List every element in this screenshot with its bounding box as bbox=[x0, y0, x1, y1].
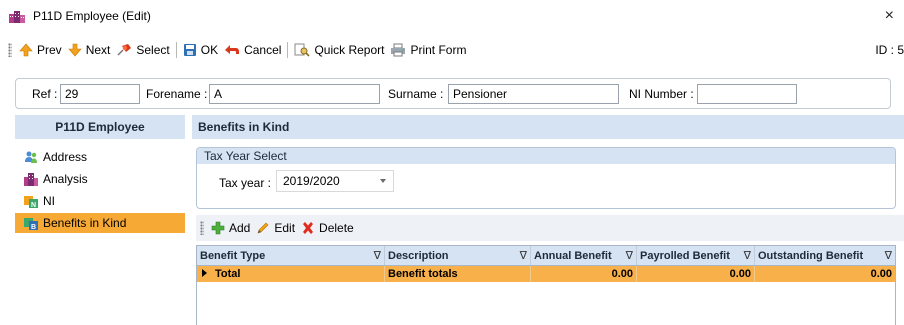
forename-field[interactable] bbox=[209, 84, 380, 104]
ni-number-field[interactable] bbox=[697, 84, 797, 104]
row-indicator-icon bbox=[202, 269, 207, 277]
column-header-outstanding-benefit[interactable]: Outstanding Benefit ∇ bbox=[755, 246, 895, 265]
delete-label: Delete bbox=[319, 221, 354, 235]
select-label: Select bbox=[136, 43, 170, 57]
surname-field[interactable] bbox=[448, 84, 619, 104]
delete-button[interactable]: Delete bbox=[298, 218, 357, 238]
pushpin-icon bbox=[117, 44, 132, 56]
nav-item-label: Benefits in Kind bbox=[43, 216, 127, 230]
buildings-app-icon bbox=[9, 11, 25, 23]
nav-item-label: Address bbox=[43, 150, 88, 164]
ref-field[interactable] bbox=[60, 84, 140, 104]
record-id: ID : 5 bbox=[875, 43, 904, 57]
tax-year-group: Tax Year Select Tax year : 2019/2020 bbox=[196, 147, 896, 209]
printer-icon bbox=[391, 43, 406, 57]
plus-icon bbox=[211, 221, 225, 235]
toolbar-grip[interactable] bbox=[8, 43, 12, 57]
column-header-label: Annual Benefit bbox=[534, 250, 612, 262]
benefits-grid: Benefit Type ∇ Description ∇ Annual Bene… bbox=[196, 245, 896, 325]
close-button[interactable]: × bbox=[885, 7, 894, 25]
cell-description: Benefit totals bbox=[385, 266, 531, 282]
nav-item-analysis[interactable]: Analysis bbox=[15, 169, 185, 189]
next-button[interactable]: Next bbox=[65, 39, 114, 61]
people-icon bbox=[25, 151, 37, 163]
content-title: Benefits in Kind bbox=[192, 115, 904, 139]
column-header-benefit-type[interactable]: Benefit Type ∇ bbox=[197, 246, 385, 265]
ref-label: Ref : bbox=[32, 87, 58, 101]
ni-icon: N bbox=[24, 196, 38, 208]
pencil-icon bbox=[257, 222, 269, 234]
toolbar-grip[interactable] bbox=[200, 221, 204, 235]
filter-icon[interactable]: ∇ bbox=[626, 249, 633, 262]
add-label: Add bbox=[229, 221, 251, 235]
ni-number-label: NI Number : bbox=[629, 87, 694, 101]
cell-text: Total bbox=[215, 268, 241, 280]
chevron-down-icon[interactable] bbox=[380, 179, 386, 183]
prev-label: Prev bbox=[37, 43, 62, 57]
filter-icon[interactable]: ∇ bbox=[374, 249, 381, 262]
column-header-label: Outstanding Benefit bbox=[758, 250, 864, 262]
column-header-label: Benefit Type bbox=[200, 250, 266, 262]
tax-year-select[interactable]: 2019/2020 bbox=[276, 170, 394, 192]
cell-outstanding-benefit: 0.00 bbox=[870, 268, 892, 280]
window-title: P11D Employee (Edit) bbox=[33, 9, 151, 23]
main-toolbar: Prev Next Select OK Cancel Quick Report … bbox=[0, 38, 904, 62]
tax-year-group-title: Tax Year Select bbox=[197, 148, 895, 164]
nav-item-address[interactable]: Address bbox=[15, 147, 185, 167]
navigation-panel: P11D Employee Address Analysis N NI B Be… bbox=[15, 115, 185, 325]
cancel-label: Cancel bbox=[244, 43, 282, 57]
toolbar-separator bbox=[175, 42, 177, 58]
cell-payrolled-benefit: 0.00 bbox=[637, 266, 755, 282]
prev-button[interactable]: Prev bbox=[16, 39, 65, 61]
edit-button[interactable]: Edit bbox=[253, 218, 298, 238]
next-label: Next bbox=[85, 43, 111, 57]
tax-year-label: Tax year : bbox=[219, 176, 272, 190]
toolbar-separator bbox=[287, 42, 289, 58]
filter-icon[interactable]: ∇ bbox=[520, 249, 527, 262]
svg-text:B: B bbox=[31, 224, 36, 230]
edit-label: Edit bbox=[274, 221, 296, 235]
title-bar: P11D Employee (Edit) × bbox=[0, 0, 904, 32]
column-header-annual-benefit[interactable]: Annual Benefit ∇ bbox=[531, 246, 637, 265]
filter-icon[interactable]: ∇ bbox=[744, 249, 751, 262]
ok-button[interactable]: OK bbox=[180, 39, 221, 61]
buildings-icon bbox=[24, 173, 38, 186]
undo-arrow-icon bbox=[225, 45, 240, 54]
print-form-label: Print Form bbox=[410, 43, 467, 57]
nav-item-ni[interactable]: N NI bbox=[15, 191, 185, 211]
print-form-button[interactable]: Print Form bbox=[387, 39, 469, 61]
column-header-description[interactable]: Description ∇ bbox=[385, 246, 531, 265]
surname-label: Surname : bbox=[388, 87, 444, 101]
svg-text:N: N bbox=[31, 202, 36, 208]
nav-item-label: NI bbox=[43, 194, 55, 208]
grid-header-row: Benefit Type ∇ Description ∇ Annual Bene… bbox=[197, 246, 895, 266]
benefits-toolbar: Add Edit Delete bbox=[196, 215, 904, 241]
forename-label: Forename : bbox=[146, 87, 208, 101]
quick-report-button[interactable]: Quick Report bbox=[291, 39, 387, 61]
filter-icon[interactable]: ∇ bbox=[885, 249, 892, 262]
ok-label: OK bbox=[200, 43, 219, 57]
benefits-icon: B bbox=[24, 218, 38, 230]
cell-benefit-type: Total bbox=[197, 266, 385, 282]
quick-report-label: Quick Report bbox=[314, 43, 385, 57]
arrow-down-icon bbox=[68, 43, 82, 57]
floppy-disk-icon bbox=[183, 44, 196, 56]
column-header-payrolled-benefit[interactable]: Payrolled Benefit ∇ bbox=[637, 246, 755, 265]
select-button[interactable]: Select bbox=[113, 39, 172, 61]
table-row[interactable]: Total Benefit totals 0.00 0.00 0.00 bbox=[197, 266, 895, 282]
arrow-up-icon bbox=[19, 43, 33, 57]
delete-x-icon bbox=[303, 222, 314, 234]
nav-item-benefits-in-kind[interactable]: B Benefits in Kind bbox=[15, 213, 185, 233]
add-button[interactable]: Add bbox=[208, 218, 253, 238]
report-magnifier-icon bbox=[294, 43, 311, 57]
benefits-content: Benefits in Kind Tax Year Select Tax yea… bbox=[192, 115, 904, 325]
column-header-label: Payrolled Benefit bbox=[640, 250, 730, 262]
cancel-button[interactable]: Cancel bbox=[221, 39, 284, 61]
tax-year-value: 2019/2020 bbox=[283, 174, 340, 188]
nav-title: P11D Employee bbox=[15, 115, 185, 139]
column-header-label: Description bbox=[388, 250, 449, 262]
nav-item-label: Analysis bbox=[43, 172, 88, 186]
cell-annual-benefit: 0.00 bbox=[531, 266, 637, 282]
employee-header-panel: Ref : Forename : Surname : NI Number : bbox=[15, 78, 891, 109]
